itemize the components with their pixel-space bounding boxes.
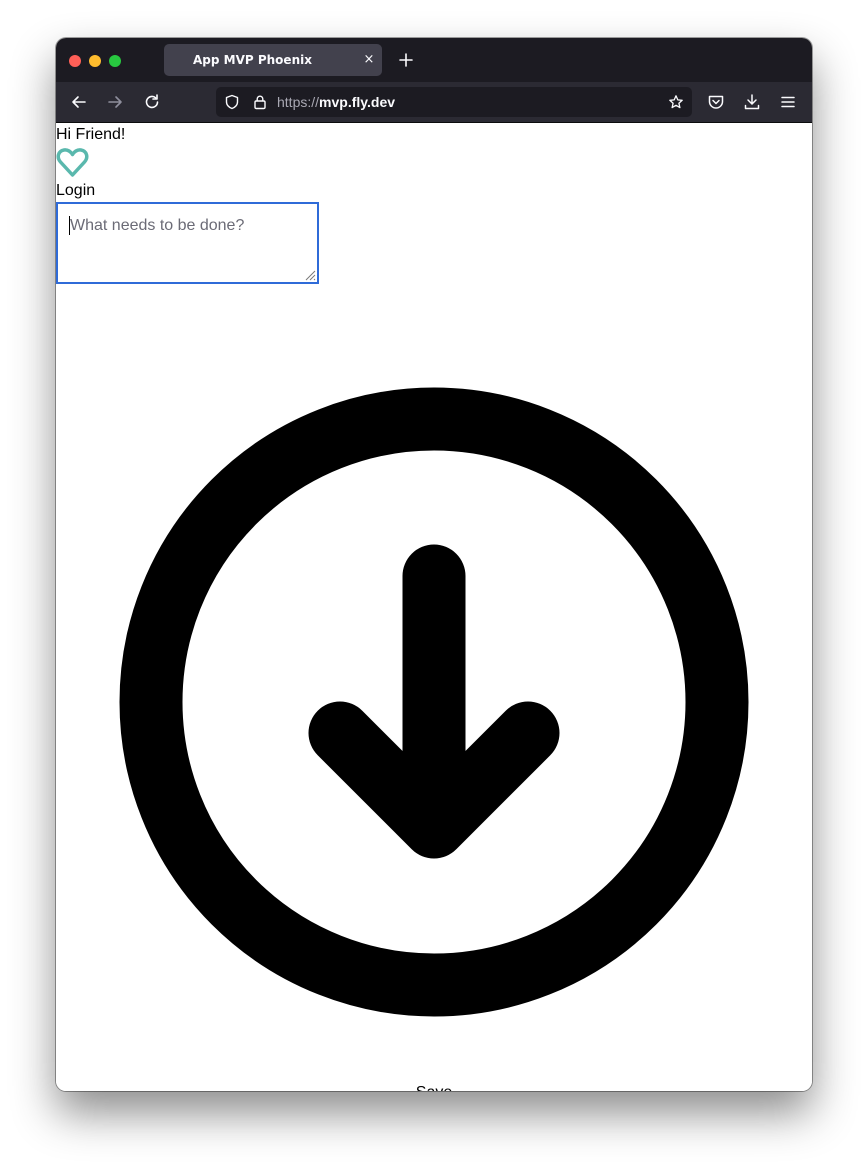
close-window-button[interactable] — [69, 55, 81, 67]
tab-title: App MVP Phoenix — [193, 53, 312, 67]
todo-input[interactable]: What needs to be done? — [56, 202, 319, 284]
login-link[interactable]: Login — [56, 181, 95, 201]
url-scheme: https:// — [277, 94, 320, 110]
download-circle-icon[interactable] — [119, 387, 749, 1017]
lock-icon[interactable] — [252, 94, 268, 110]
hamburger-menu-icon[interactable] — [778, 92, 798, 112]
tab-app-mvp-phoenix[interactable]: App MVP Phoenix × — [164, 44, 382, 76]
tab-bar: App MVP Phoenix × — [56, 38, 812, 82]
reload-icon[interactable] — [142, 92, 162, 112]
url-text[interactable]: https://mvp.fly.dev — [277, 94, 395, 110]
new-tab-icon[interactable] — [396, 50, 416, 70]
maximize-window-button[interactable] — [109, 55, 121, 67]
greeting-text: Hi Friend! — [56, 126, 126, 143]
navigation-bar: https://mvp.fly.dev — [56, 82, 812, 123]
todo-placeholder: What needs to be done? — [70, 217, 245, 234]
heart-icon — [56, 148, 89, 177]
bookmark-star-icon[interactable] — [668, 94, 684, 110]
shield-icon[interactable] — [224, 94, 240, 110]
text-caret — [69, 216, 70, 235]
minimize-window-button[interactable] — [89, 55, 101, 67]
forward-arrow-icon[interactable] — [105, 92, 125, 112]
back-arrow-icon[interactable] — [69, 92, 89, 112]
browser-window: App MVP Phoenix × https://mvp.fly.dev Hi… — [56, 38, 812, 1091]
save-button[interactable]: Save — [396, 1081, 472, 1091]
tab-close-icon[interactable]: × — [363, 53, 375, 67]
url-host: mvp.fly.dev — [319, 94, 396, 110]
downloads-icon[interactable] — [742, 92, 762, 112]
resize-grip-icon[interactable] — [304, 269, 316, 281]
url-bar[interactable]: https://mvp.fly.dev — [216, 87, 692, 117]
page-content: Hi Friend! Login What needs to be done? … — [56, 123, 812, 1091]
pocket-icon[interactable] — [706, 92, 726, 112]
